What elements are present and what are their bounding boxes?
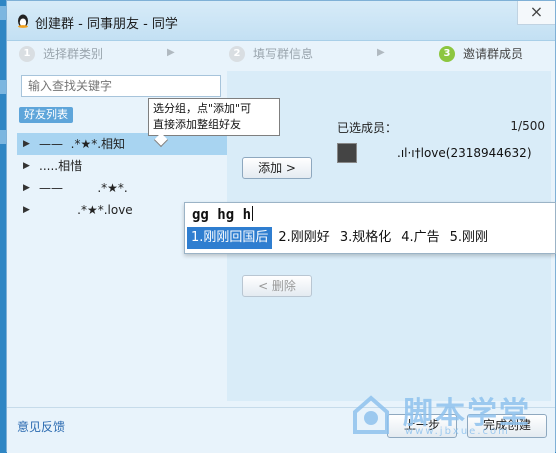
group-label: .....相惜 bbox=[39, 159, 83, 173]
watermark-logo-icon bbox=[353, 395, 389, 434]
ime-candidates: 1.刚刚回国后 2.刚刚好 3.规格化 4.广告 5.刚刚 bbox=[187, 227, 494, 249]
group-label: —— .*★*.相知 bbox=[39, 137, 126, 151]
ime-candidate[interactable]: 5.刚刚 bbox=[446, 227, 492, 249]
title-bar[interactable]: 创建群 - 同事朋友 - 同学 × bbox=[7, 1, 555, 41]
watermark: 脚本学堂 www.jbxue.com bbox=[343, 388, 556, 452]
step-number: 2 bbox=[229, 45, 245, 62]
ime-candidate[interactable]: 4.广告 bbox=[397, 227, 443, 249]
expand-arrow-icon[interactable]: ▶ bbox=[23, 133, 30, 155]
feedback-link[interactable]: 意见反馈 bbox=[17, 418, 65, 435]
member-count: 1/500 bbox=[510, 119, 545, 133]
ime-candidate[interactable]: 2.刚刚好 bbox=[274, 227, 333, 249]
ime-input-text: gg hg h bbox=[192, 207, 252, 223]
ime-candidate-window: gg hg h 1.刚刚回国后 2.刚刚好 3.规格化 4.广告 5.刚刚 bbox=[184, 202, 556, 254]
tooltip-line: 直接添加整组好友 bbox=[153, 118, 241, 131]
member-item[interactable]: .ıl·ı†love(2318944632) bbox=[337, 141, 532, 165]
window-title: 创建群 - 同事朋友 - 同学 bbox=[35, 17, 178, 32]
close-button[interactable]: × bbox=[517, 1, 555, 25]
step-number: 3 bbox=[439, 45, 455, 62]
tooltip-line: 选分组，点"添加"可 bbox=[153, 102, 252, 115]
avatar bbox=[337, 143, 357, 163]
qq-penguin-icon bbox=[18, 14, 28, 28]
group-item[interactable]: ▶ .....相惜 bbox=[17, 155, 227, 177]
remove-button[interactable]: < 删除 bbox=[242, 275, 312, 297]
ime-candidate[interactable]: 3.规格化 bbox=[336, 227, 395, 249]
member-name: .ıl·ı†love(2318944632) bbox=[397, 146, 532, 160]
search-input[interactable] bbox=[21, 75, 221, 97]
selected-members-label: 已选成员： bbox=[337, 121, 398, 135]
expand-arrow-icon[interactable]: ▶ bbox=[23, 155, 30, 177]
friend-list-tab[interactable]: 好友列表 bbox=[19, 107, 73, 123]
tooltip: 选分组，点"添加"可 直接添加整组好友 bbox=[148, 98, 280, 136]
step-arrow-icon: ▶ bbox=[377, 47, 385, 58]
group-item[interactable]: ▶ —— .*★*. bbox=[17, 177, 227, 199]
expand-arrow-icon[interactable]: ▶ bbox=[23, 199, 30, 221]
add-button[interactable]: 添加 > bbox=[242, 157, 312, 179]
step-indicator: 1 选择群类别 ▶ 2 填写群信息 ▶ 3 邀请群成员 bbox=[7, 41, 555, 67]
group-item[interactable]: ▶ —— .*★*.相知 bbox=[17, 133, 227, 155]
step-number: 1 bbox=[19, 45, 35, 62]
step-label: 邀请群成员 bbox=[463, 47, 524, 61]
expand-arrow-icon[interactable]: ▶ bbox=[23, 177, 30, 199]
watermark-url: www.jbxue.com bbox=[405, 426, 510, 437]
step-arrow-icon: ▶ bbox=[167, 47, 175, 58]
ime-composition: gg hg h bbox=[192, 206, 254, 223]
step-2: 2 填写群信息 bbox=[229, 45, 313, 62]
group-label: —— .*★*. bbox=[39, 181, 128, 195]
ime-candidate[interactable]: 1.刚刚回国后 bbox=[187, 227, 273, 249]
group-label: .*★*.love bbox=[39, 203, 133, 217]
text-cursor bbox=[252, 206, 254, 221]
step-label: 选择群类别 bbox=[43, 47, 104, 61]
step-label: 填写群信息 bbox=[253, 47, 314, 61]
step-3: 3 邀请群成员 bbox=[439, 45, 523, 62]
step-1: 1 选择群类别 bbox=[19, 45, 103, 62]
